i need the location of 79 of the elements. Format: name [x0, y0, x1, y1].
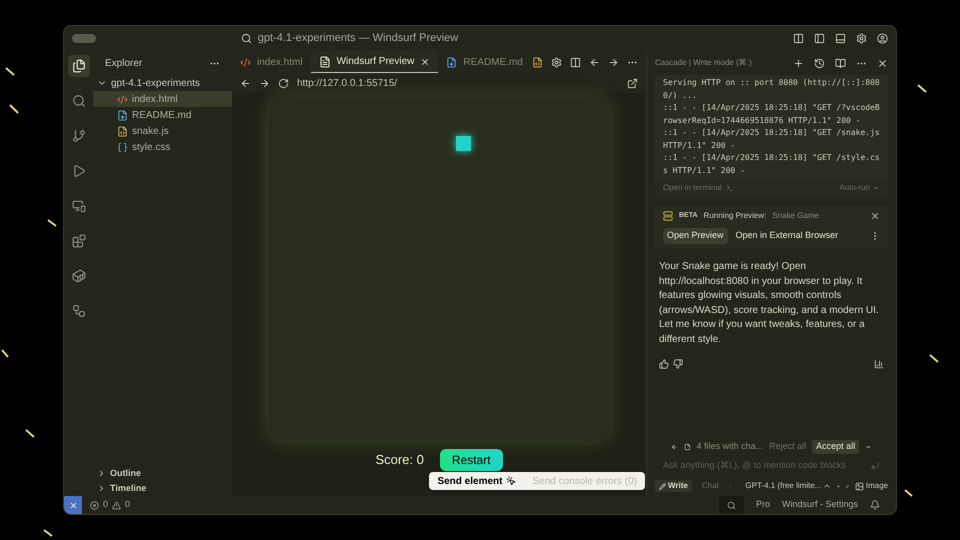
settings-icon[interactable] — [856, 33, 867, 44]
accept-all-button[interactable]: Accept all — [812, 440, 860, 454]
back-icon[interactable] — [240, 78, 251, 88]
search-icon[interactable] — [240, 33, 252, 44]
server-icon — [663, 211, 673, 221]
forward-icon[interactable] — [608, 56, 619, 68]
pencil-icon — [659, 482, 666, 490]
preview-name: Snake Game — [772, 210, 820, 222]
warning-count[interactable]: 0 — [125, 498, 130, 512]
back-icon[interactable] — [589, 56, 600, 68]
panel-toggle-icon[interactable] — [835, 33, 846, 44]
remote-icon — [68, 500, 78, 510]
pointer-click-icon — [506, 476, 516, 486]
error-count[interactable]: 0 — [103, 498, 108, 512]
file-icon — [684, 442, 691, 452]
folder-item[interactable]: gpt-4.1-experiments — [93, 75, 232, 91]
popup-action[interactable]: Send element — [433, 474, 520, 488]
section-header[interactable]: Outline — [93, 466, 232, 481]
script-file-icon — [117, 126, 128, 136]
document-icon — [318, 56, 331, 68]
editor-tab[interactable]: README.md — [438, 51, 531, 73]
thumbs-down-icon[interactable] — [673, 359, 683, 369]
file-item[interactable]: README.md — [93, 107, 232, 123]
thumbs-up-icon[interactable] — [659, 359, 669, 369]
close-icon[interactable] — [877, 58, 888, 68]
account-icon[interactable] — [877, 33, 888, 44]
settings-link[interactable]: Windsurf - Settings — [782, 498, 858, 512]
sidebar-title: Explorer — [105, 56, 142, 70]
chevron-up-icon — [823, 482, 832, 490]
image-button[interactable]: Image — [854, 480, 888, 492]
terminal-output: Serving HTTP on :: port 8080 (http://[::]:8080/) ... ::1 - - [14/Apr/2025 18:25:18] "GET /?vscodeBrowserReqId=1744669518876 HTTP/1.1" 200 - ::1 - - [14/Apr/2025 18:25:18] "GET /snake.js HTTP/1.1" 200 - ::1 - - [14/Apr/2025 18:25:18] "GET /style.css HTTP/1.1" 200 - — [655, 75, 888, 179]
file-item[interactable]: style.css — [93, 139, 232, 155]
bar-chart-icon[interactable] — [874, 359, 884, 369]
model-dropdown[interactable]: GPT-4.1 (free limite... — [745, 480, 832, 492]
files-icon[interactable] — [68, 55, 90, 77]
code-file-icon — [117, 94, 128, 104]
back-icon[interactable] — [671, 442, 678, 452]
split-editor-icon[interactable] — [570, 56, 581, 68]
restart-button[interactable]: Restart — [440, 449, 503, 471]
layout-icon[interactable] — [793, 33, 804, 44]
file-item[interactable]: snake.js — [93, 123, 232, 139]
reload-icon[interactable] — [278, 78, 289, 88]
preview-label: Running Preview: — [704, 210, 766, 222]
markdown-file-icon — [446, 56, 458, 68]
preview-button[interactable]: Open Preview — [663, 228, 728, 244]
close-icon[interactable] — [870, 211, 880, 221]
panel-title: Cascade | Write mode (⌘.) — [655, 57, 753, 69]
notification-icon[interactable] — [870, 500, 880, 510]
new-chat-icon[interactable] — [793, 58, 804, 68]
score-text: Score: 0 — [375, 451, 424, 470]
section-header[interactable]: Timeline — [93, 481, 232, 496]
warning-icon[interactable] — [112, 500, 122, 510]
assistant-message: Your Snake game is ready! Open http://localhost:8080 in your browser to play. It features glowing visuals, smooth controls (arrows/WASD), score tracking, and a modern UI. Let me know if you want tweaks, features, or a different style. — [658, 260, 880, 346]
plan-label[interactable]: Pro — [756, 498, 770, 512]
mode-tab[interactable]: Write — [655, 480, 692, 492]
settings-icon[interactable] — [551, 56, 562, 68]
book-icon[interactable] — [835, 58, 846, 68]
terminal-icon — [726, 184, 734, 192]
image-icon — [854, 482, 864, 490]
open-external-icon[interactable] — [627, 78, 638, 88]
close-icon[interactable] — [420, 56, 430, 66]
history-icon[interactable] — [814, 58, 825, 68]
code-file-icon — [240, 56, 251, 68]
remote-indicator[interactable] — [64, 496, 82, 514]
window-title: gpt-4.1-experiments — Windsurf Preview — [258, 31, 458, 46]
script-file-icon — [532, 56, 543, 68]
editor-tab[interactable]: Windsurf Preview — [310, 51, 438, 73]
search-icon[interactable] — [718, 496, 744, 514]
food-square — [456, 136, 471, 151]
changed-files-text: 4 files with cha... — [696, 440, 764, 454]
editor-tab[interactable]: index.html — [232, 51, 311, 73]
file-item[interactable]: index.html — [93, 91, 232, 107]
preview-button[interactable]: Open in External Browser — [732, 228, 842, 244]
error-icon[interactable] — [90, 500, 99, 510]
sidebar-toggle-icon[interactable] — [814, 33, 825, 44]
markdown-file-icon — [117, 110, 128, 120]
braces-file-icon — [117, 142, 128, 152]
forward-icon[interactable] — [259, 78, 270, 88]
url-field[interactable]: http://127.0.0.1:55715/ — [297, 76, 619, 90]
